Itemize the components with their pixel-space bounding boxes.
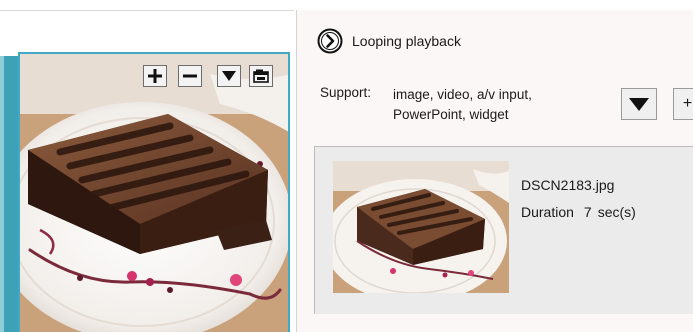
slide-preview-image[interactable] <box>18 52 290 332</box>
supported-types-line1: image, video, a/v input, <box>393 87 532 102</box>
duration-unit: sec(s) <box>597 204 636 220</box>
zoom-out-button[interactable] <box>178 65 202 87</box>
media-type-dropdown[interactable] <box>621 88 657 120</box>
triangle-down-icon <box>629 97 649 111</box>
add-media-button[interactable]: + <box>673 88 693 120</box>
preview-menu-button[interactable] <box>217 65 241 87</box>
open-window-button[interactable] <box>249 65 273 87</box>
preview-panel <box>0 0 296 332</box>
item-thumbnail <box>333 161 509 293</box>
item-duration: Duration 7 sec(s) <box>521 204 646 220</box>
triangle-down-icon <box>222 71 236 81</box>
item-filename: DSCN2183.jpg <box>521 177 615 193</box>
cake-thumbnail-image <box>333 161 509 293</box>
playlist-panel: Looping playback Support: image, video, … <box>297 10 693 332</box>
window-icon <box>253 69 269 83</box>
support-label: Support: <box>320 85 372 100</box>
looping-playback-label: Looping playback <box>352 33 461 49</box>
duration-label: Duration <box>521 204 574 220</box>
playlist-list: DSCN2183.jpg Duration 7 sec(s) <box>314 146 693 314</box>
looping-playback-toggle[interactable]: Looping playback <box>317 28 461 54</box>
minus-icon <box>183 74 197 78</box>
previous-slide-edge <box>0 56 4 332</box>
zoom-in-button[interactable] <box>143 65 167 87</box>
duration-value[interactable]: 7 <box>584 204 592 220</box>
cake-photo <box>20 54 288 332</box>
supported-types-line2: PowerPoint, widget <box>393 107 509 122</box>
panel-top-divider <box>0 10 294 11</box>
plus-icon <box>148 69 162 83</box>
supported-types: image, video, a/v input, PowerPoint, wid… <box>393 85 532 125</box>
chevron-right-circle-icon <box>317 28 343 54</box>
